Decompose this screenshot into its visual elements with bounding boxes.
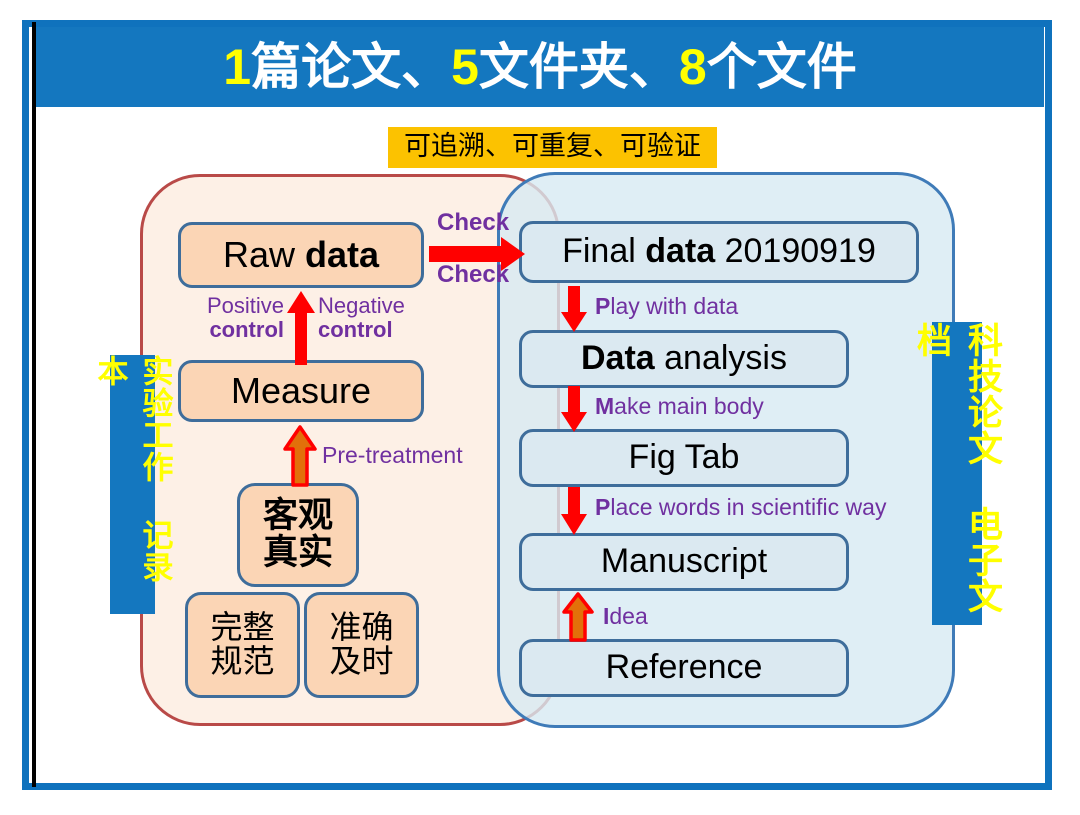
label-idea: Idea bbox=[603, 604, 648, 629]
node-final-data-bold: data bbox=[645, 232, 716, 271]
node-analysis-tail: analysis bbox=[654, 339, 787, 378]
label-check-bottom: Check bbox=[437, 261, 510, 288]
node-measure: Measure bbox=[178, 360, 424, 422]
node-figtab-label: Fig Tab bbox=[628, 438, 740, 477]
label-check-top: Check bbox=[437, 209, 510, 236]
label-place-words: Place words in scientific way bbox=[595, 495, 886, 520]
title-part-1: 1 bbox=[223, 39, 252, 95]
label-make-main-body: Make main body bbox=[595, 394, 764, 419]
node-complete-line1: 完整 bbox=[210, 609, 275, 646]
node-complete-standard: 完整 规范 bbox=[185, 592, 300, 698]
node-objective-line2: 真实 bbox=[262, 533, 333, 572]
node-accurate-line1: 准确 bbox=[329, 609, 394, 646]
node-measure-label: Measure bbox=[230, 370, 372, 412]
arrow-down-make-main-body bbox=[561, 386, 587, 432]
side-tab-paper-documents: 科技论文 电子文档 bbox=[912, 322, 1002, 625]
label-negative-bottom: control bbox=[318, 316, 393, 342]
label-play-rest: lay with data bbox=[610, 293, 739, 319]
slide-canvas: 1篇论文、5文件夹、8个文件 可追溯、可重复、可验证 实验工作 记录本 科技论文… bbox=[0, 0, 1080, 815]
node-final-data-tail: 20190919 bbox=[715, 232, 876, 271]
node-objective-line1: 客观 bbox=[262, 496, 333, 536]
title-part-5: 8 bbox=[678, 39, 707, 95]
label-negative-control: Negative control bbox=[318, 294, 428, 342]
node-manuscript-label: Manuscript bbox=[600, 542, 768, 581]
page-title: 1篇论文、5文件夹、8个文件 bbox=[223, 42, 856, 92]
arrow-up-control bbox=[287, 291, 315, 365]
label-make-cap: M bbox=[595, 393, 615, 419]
label-play-cap: P bbox=[595, 293, 611, 319]
title-part-6: 个文件 bbox=[706, 39, 857, 95]
node-raw-data-bold: data bbox=[305, 234, 380, 276]
node-fig-tab: Fig Tab bbox=[519, 429, 849, 487]
label-pre-treatment: Pre-treatment bbox=[322, 442, 463, 468]
arrow-up-pretreatment bbox=[283, 425, 317, 487]
node-complete-line2: 规范 bbox=[210, 643, 275, 679]
label-play-with-data: Play with data bbox=[595, 294, 738, 319]
title-part-2: 篇论文、 bbox=[251, 39, 452, 95]
label-negative-top: Negative bbox=[318, 293, 405, 318]
node-raw-data: Raw data bbox=[178, 222, 424, 288]
node-final-data-lead: Final bbox=[562, 232, 646, 271]
label-place-rest: lace words in scientific way bbox=[610, 494, 887, 520]
node-analysis-bold: Data bbox=[581, 339, 655, 378]
label-positive-bottom: control bbox=[209, 316, 284, 342]
node-objective-truthful: 客观 真实 bbox=[237, 483, 359, 587]
node-accurate-line2: 及时 bbox=[329, 643, 394, 679]
node-manuscript: Manuscript bbox=[519, 533, 849, 591]
title-bar: 1篇论文、5文件夹、8个文件 bbox=[36, 27, 1044, 107]
label-place-cap: P bbox=[595, 494, 611, 520]
arrow-down-place-words bbox=[561, 487, 587, 535]
node-reference: Reference bbox=[519, 639, 849, 697]
principles-badge: 可追溯、可重复、可验证 bbox=[388, 127, 717, 169]
node-raw-data-lead: Raw bbox=[222, 234, 305, 276]
node-reference-label: Reference bbox=[605, 648, 763, 687]
title-part-3: 5 bbox=[451, 39, 479, 95]
label-make-rest: ake main body bbox=[614, 393, 764, 419]
label-positive-control: Positive control bbox=[192, 294, 284, 342]
node-final-data: Final data 20190919 bbox=[519, 221, 919, 283]
label-positive-top: Positive bbox=[206, 293, 284, 318]
node-accurate-timely: 准确 及时 bbox=[304, 592, 419, 698]
slide-frame-accent-line bbox=[32, 22, 36, 787]
arrow-down-play-with-data bbox=[561, 286, 587, 332]
label-idea-rest: dea bbox=[609, 603, 648, 629]
arrow-up-idea bbox=[562, 592, 594, 642]
title-part-4: 文件夹、 bbox=[478, 39, 679, 95]
side-tab-lab-notebook: 实验工作 记录本 bbox=[93, 355, 173, 614]
node-data-analysis: Data analysis bbox=[519, 330, 849, 388]
